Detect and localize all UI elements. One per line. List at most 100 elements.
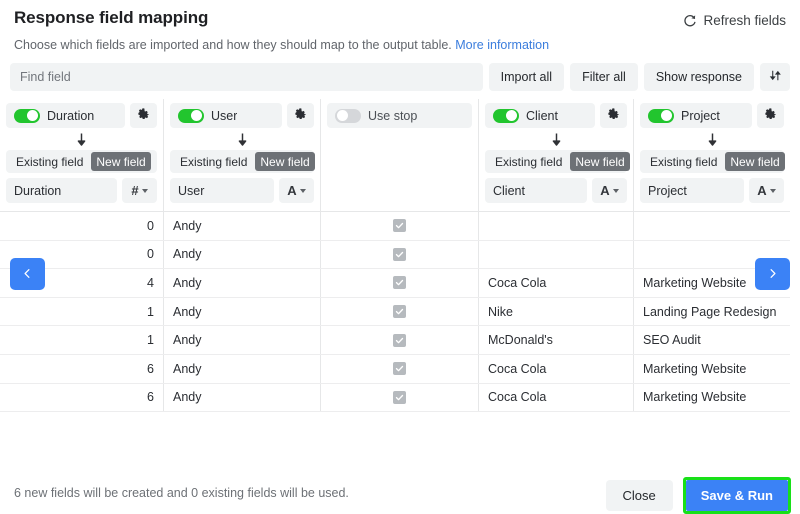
field-type-dropdown[interactable]: A [592, 178, 627, 203]
mapping-column: Project Existing field New field Project A [633, 99, 790, 211]
new-field-option[interactable]: New field [255, 152, 315, 171]
source-field-toggle[interactable]: Client [485, 103, 595, 128]
number-type-icon: # [131, 183, 139, 198]
table-cell: Coca Cola [478, 383, 633, 412]
table-cell [320, 383, 478, 412]
table-cell [320, 297, 478, 326]
sort-fields-button[interactable] [760, 63, 790, 91]
field-mode-segmented-control: Existing field New field [6, 150, 157, 173]
mapping-column: User Existing field New field User A [163, 99, 320, 211]
field-mode-segmented-control: Existing field New field [170, 150, 315, 173]
table-cell [320, 212, 478, 240]
toggle-on-icon[interactable] [178, 108, 204, 123]
maps-to-arrow-icon [170, 128, 314, 150]
mapping-column: Duration Existing field New field Duration # [0, 99, 163, 211]
table-cell: Andy [163, 240, 320, 269]
table-cell: 6 [147, 390, 154, 405]
target-field-name-input[interactable]: Project [640, 178, 744, 203]
field-type-dropdown[interactable]: # [122, 178, 157, 203]
toggle-off-icon[interactable] [335, 108, 361, 123]
table-cell: Marketing Website [633, 354, 790, 383]
target-field-name-input[interactable]: Client [485, 178, 587, 203]
toggle-on-icon[interactable] [648, 108, 674, 123]
save-and-run-highlight: Save & Run [682, 477, 791, 514]
table-cell: Landing Page Redesign [633, 297, 790, 326]
chevron-down-icon [769, 188, 776, 193]
table-row: 0 Andy [0, 212, 790, 241]
source-field-toggle[interactable]: Duration [6, 103, 125, 128]
table-row: 0 Andy [0, 240, 790, 270]
source-field-toggle[interactable]: Project [640, 103, 752, 128]
field-mode-segmented-control: Existing field New field [485, 150, 630, 173]
field-type-dropdown[interactable]: A [749, 178, 784, 203]
field-settings-button[interactable] [600, 103, 627, 128]
save-and-run-button[interactable]: Save & Run [685, 480, 788, 511]
existing-field-option[interactable]: Existing field [646, 155, 721, 169]
table-cell: Marketing Website [633, 383, 790, 412]
field-toolbar: Import all Filter all Show response [10, 63, 790, 91]
page-subtitle: Choose which fields are imported and how… [14, 38, 549, 52]
existing-field-option[interactable]: Existing field [491, 155, 566, 169]
table-cell [478, 240, 633, 269]
sort-updown-icon [769, 69, 782, 85]
target-field-name-input[interactable]: User [170, 178, 274, 203]
table-cell: 1 [147, 333, 154, 348]
field-mode-segmented-control: Existing field New field [640, 150, 785, 173]
checkbox-checked-icon [393, 305, 406, 319]
new-field-option[interactable]: New field [570, 152, 630, 171]
existing-field-option[interactable]: Existing field [12, 155, 87, 169]
table-cell: Andy [163, 326, 320, 354]
target-field-name-input[interactable]: Duration [6, 178, 117, 203]
new-field-option[interactable]: New field [725, 152, 785, 171]
table-cell: Andy [163, 354, 320, 383]
chevron-down-icon [612, 188, 619, 193]
source-field-toggle[interactable]: User [170, 103, 282, 128]
checkbox-checked-icon [393, 362, 406, 376]
checkbox-checked-icon [393, 390, 406, 404]
scroll-left-button[interactable] [10, 258, 45, 290]
toggle-on-icon[interactable] [14, 108, 40, 123]
more-information-link[interactable]: More information [455, 38, 549, 52]
table-cell: Coca Cola [478, 354, 633, 383]
show-response-button[interactable]: Show response [643, 63, 754, 91]
preview-table: 0 Andy 0 Andy 4 Andy Coca Cola Marketing Websit… [0, 211, 790, 413]
table-cell: Andy [163, 383, 320, 412]
table-row: 1 Andy Nike Landing Page Redesign [0, 297, 790, 327]
page-title: Response field mapping [14, 8, 209, 27]
maps-to-arrow-icon [485, 128, 627, 150]
maps-to-arrow-icon [6, 128, 157, 150]
text-type-icon: A [757, 183, 767, 198]
table-cell [320, 240, 478, 269]
field-type-dropdown[interactable]: A [279, 178, 314, 203]
new-field-option[interactable]: New field [91, 152, 151, 171]
field-settings-button[interactable] [130, 103, 157, 128]
table-cell [478, 212, 633, 240]
table-cell: SEO Audit [633, 326, 790, 354]
response-field-mapping-dialog: Response field mapping Refresh fields Ch… [0, 0, 800, 514]
scroll-right-button[interactable] [755, 258, 790, 290]
existing-field-option[interactable]: Existing field [176, 155, 251, 169]
source-field-toggle[interactable]: Use stop [327, 103, 472, 128]
close-button[interactable]: Close [605, 480, 673, 511]
find-field-input[interactable] [10, 63, 483, 91]
filter-all-button[interactable]: Filter all [570, 63, 638, 91]
field-settings-button[interactable] [287, 103, 314, 128]
gear-icon [607, 107, 620, 125]
source-field-label: Duration [47, 108, 95, 123]
table-row: 6 Andy Coca Cola Marketing Website [0, 354, 790, 384]
refresh-fields-button[interactable]: Refresh fields [679, 11, 790, 30]
table-cell: 6 [147, 361, 154, 376]
table-row: 1 Andy McDonald's SEO Audit [0, 326, 790, 355]
table-cell [320, 326, 478, 354]
chevron-right-icon [767, 267, 778, 282]
table-cell [633, 212, 790, 240]
source-field-label: User [211, 108, 238, 123]
checkbox-checked-icon [393, 333, 406, 347]
toggle-on-icon[interactable] [493, 108, 519, 123]
table-row: 6 Andy Coca Cola Marketing Website [0, 383, 790, 413]
checkbox-checked-icon [393, 247, 406, 261]
dialog-actions: Close Save & Run [605, 477, 791, 514]
field-settings-button[interactable] [757, 103, 784, 128]
subtitle-text: Choose which fields are imported and how… [14, 38, 452, 52]
import-all-button[interactable]: Import all [488, 63, 565, 91]
